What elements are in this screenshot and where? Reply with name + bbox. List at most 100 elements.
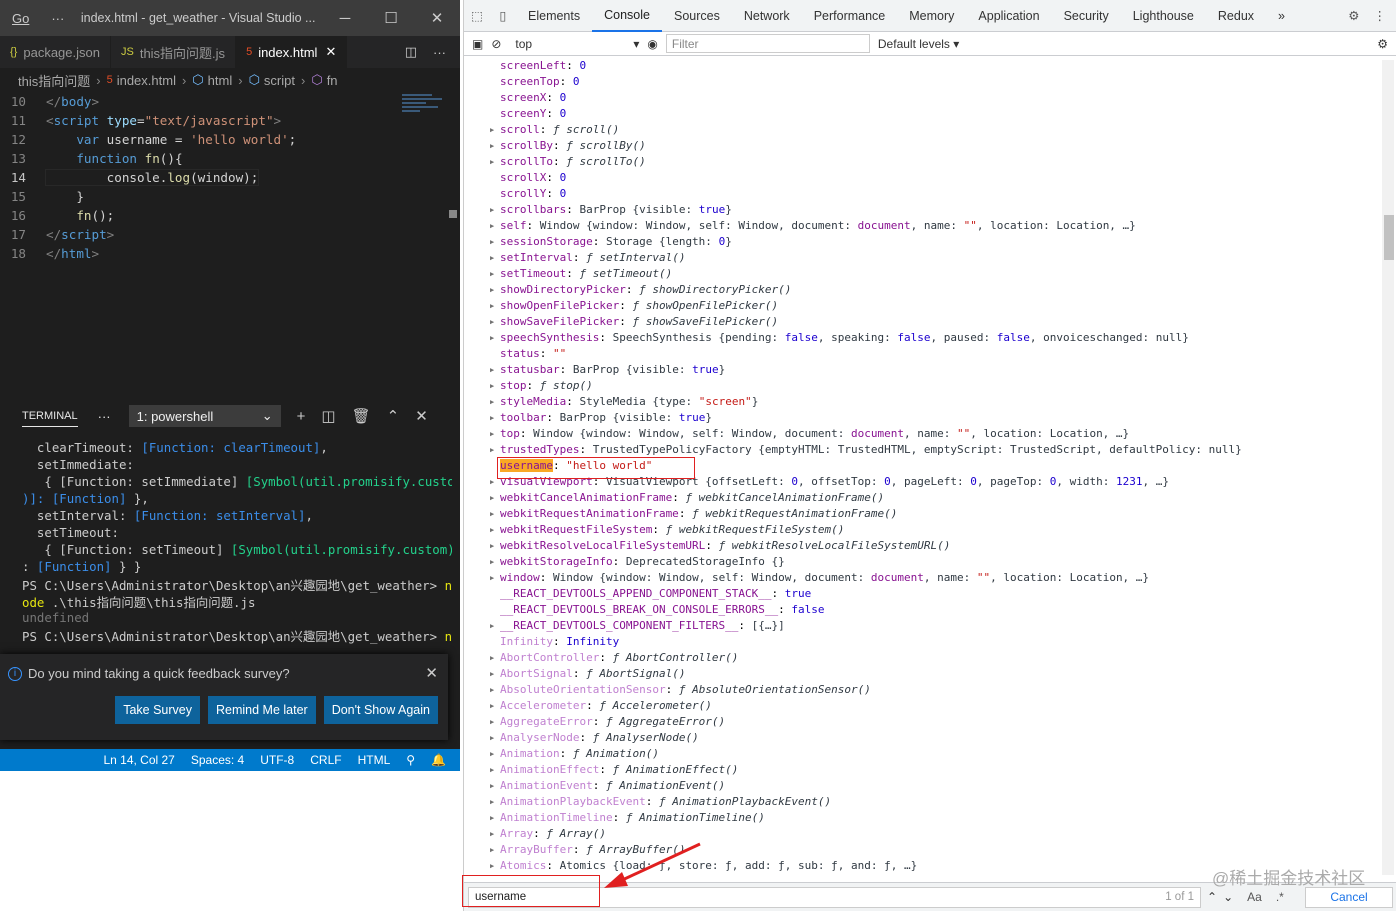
split-editor-icon[interactable]: ◫ [405, 44, 417, 60]
filter-input[interactable]: Filter [665, 34, 870, 53]
console-property[interactable]: Animation: ƒ Animation() [490, 746, 1382, 762]
feedback-icon[interactable]: ⚲ [406, 753, 415, 767]
trash-icon[interactable]: 🗑 [352, 407, 371, 425]
console-property[interactable]: showDirectoryPicker: ƒ showDirectoryPick… [490, 282, 1382, 298]
console-property[interactable]: showOpenFilePicker: ƒ showOpenFilePicker… [490, 298, 1382, 314]
tab-performance[interactable]: Performance [802, 0, 898, 32]
console-property[interactable]: AbsoluteOrientationSensor: ƒ AbsoluteOri… [490, 682, 1382, 698]
console-property[interactable]: AnimationEffect: ƒ AnimationEffect() [490, 762, 1382, 778]
match-case-button[interactable]: Aa [1247, 890, 1262, 904]
console-property[interactable]: setTimeout: ƒ setTimeout() [490, 266, 1382, 282]
levels-select[interactable]: Default levels ▾ [878, 37, 959, 51]
tab-package-json[interactable]: {} package.json [0, 36, 111, 68]
more-tabs-icon[interactable]: » [1266, 0, 1297, 32]
console-property[interactable]: Accelerometer: ƒ Accelerometer() [490, 698, 1382, 714]
console-property[interactable]: styleMedia: StyleMedia {type: "screen"} [490, 394, 1382, 410]
console-scrollbar[interactable] [1382, 60, 1394, 875]
console-property[interactable]: trustedTypes: TrustedTypePolicyFactory {… [490, 442, 1382, 458]
code-line[interactable]: 18 </html> [0, 244, 460, 263]
inspect-icon[interactable]: ⬚ [464, 8, 490, 23]
eye-icon[interactable]: ◉ [647, 37, 657, 51]
console-property[interactable]: AbortSignal: ƒ AbortSignal() [490, 666, 1382, 682]
device-icon[interactable]: ▯ [490, 8, 516, 23]
console-property[interactable]: AggregateError: ƒ AggregateError() [490, 714, 1382, 730]
close-icon[interactable]: ✕ [425, 664, 438, 682]
terminal-output[interactable]: clearTimeout: [Function: clearTimeout], … [22, 440, 452, 644]
panel-more[interactable]: ··· [98, 409, 111, 424]
crumb-script[interactable]: script [264, 73, 295, 88]
tab-console[interactable]: Console [592, 0, 662, 32]
split-terminal-icon[interactable]: ◫ [321, 407, 335, 425]
console-property[interactable]: statusbar: BarProp {visible: true} [490, 362, 1382, 378]
console-property[interactable]: scroll: ƒ scroll() [490, 122, 1382, 138]
tab-application[interactable]: Application [966, 0, 1051, 32]
console-property[interactable]: self: Window {window: Window, self: Wind… [490, 218, 1382, 234]
close-tab-icon[interactable]: ✕ [325, 44, 336, 60]
editor-scrollbar[interactable] [449, 210, 457, 218]
console-property[interactable]: AnimationEvent: ƒ AnimationEvent() [490, 778, 1382, 794]
console-property[interactable]: scrollbars: BarProp {visible: true} [490, 202, 1382, 218]
kebab-icon[interactable]: ⋮ [1374, 8, 1387, 23]
console-property[interactable]: webkitStorageInfo: DeprecatedStorageInfo… [490, 554, 1382, 570]
crumb-folder[interactable]: this指向问题 [18, 71, 90, 90]
status-language[interactable]: HTML [358, 753, 391, 767]
code-line[interactable]: 14 console.log(window); [0, 168, 460, 187]
close-panel-icon[interactable]: ✕ [415, 407, 428, 425]
console-property[interactable]: scrollTo: ƒ scrollTo() [490, 154, 1382, 170]
tab-terminal[interactable]: TERMINAL [22, 410, 78, 427]
dont-show-button[interactable]: Don't Show Again [323, 696, 438, 724]
tab-index-html[interactable]: 5 index.html ✕ [236, 36, 348, 68]
console-property[interactable]: webkitRequestAnimationFrame: ƒ webkitReq… [490, 506, 1382, 522]
console-property[interactable]: scrollBy: ƒ scrollBy() [490, 138, 1382, 154]
console-property[interactable]: top: Window {window: Window, self: Windo… [490, 426, 1382, 442]
maximize-panel-icon[interactable]: ⌃ [387, 407, 400, 425]
status-position[interactable]: Ln 14, Col 27 [103, 753, 174, 767]
regex-button[interactable]: .* [1276, 890, 1284, 904]
minimize-icon[interactable]: ─ [322, 10, 368, 27]
console-property[interactable]: showSaveFilePicker: ƒ showSaveFilePicker… [490, 314, 1382, 330]
menu-go[interactable]: Go [0, 11, 41, 26]
code-line[interactable]: 12 var username = 'hello world'; [0, 130, 460, 149]
maximize-icon[interactable]: ☐ [368, 9, 414, 27]
status-eol[interactable]: CRLF [310, 753, 341, 767]
console-property[interactable]: setInterval: ƒ setInterval() [490, 250, 1382, 266]
sidebar-toggle-icon[interactable]: ▣ [472, 37, 483, 51]
remind-later-button[interactable]: Remind Me later [208, 696, 316, 724]
code-line[interactable]: 15 } [0, 187, 460, 206]
console-property[interactable]: __REACT_DEVTOOLS_COMPONENT_FILTERS__: [{… [490, 618, 1382, 634]
code-line[interactable]: 11 <script type="text/javascript"> [0, 111, 460, 130]
close-window-icon[interactable]: ✕ [414, 9, 460, 27]
take-survey-button[interactable]: Take Survey [115, 696, 200, 724]
tab-this-js[interactable]: JS this指向问题.js [111, 36, 237, 68]
console-settings-icon[interactable]: ⚙ [1377, 37, 1396, 51]
tab-sources[interactable]: Sources [662, 0, 732, 32]
tab-elements[interactable]: Elements [516, 0, 592, 32]
tab-memory[interactable]: Memory [897, 0, 966, 32]
crumb-html[interactable]: html [208, 73, 233, 88]
console-property[interactable]: webkitRequestFileSystem: ƒ webkitRequest… [490, 522, 1382, 538]
add-terminal-icon[interactable]: + [297, 408, 306, 425]
code-line[interactable]: 17 </script> [0, 225, 460, 244]
tab-security[interactable]: Security [1052, 0, 1121, 32]
status-encoding[interactable]: UTF-8 [260, 753, 294, 767]
terminal-select[interactable]: 1: powershell ⌄ [128, 405, 281, 427]
console-property[interactable]: webkitCancelAnimationFrame: ƒ webkitCanc… [490, 490, 1382, 506]
console-property[interactable]: sessionStorage: Storage {length: 0} [490, 234, 1382, 250]
clear-console-icon[interactable]: ⊘ [491, 37, 501, 51]
tab-redux[interactable]: Redux [1206, 0, 1266, 32]
console-property[interactable]: AnimationPlaybackEvent: ƒ AnimationPlayb… [490, 794, 1382, 810]
status-spaces[interactable]: Spaces: 4 [191, 753, 244, 767]
console-property[interactable]: AbortController: ƒ AbortController() [490, 650, 1382, 666]
editor-more-icon[interactable]: ··· [433, 45, 446, 60]
console-property[interactable]: AnalyserNode: ƒ AnalyserNode() [490, 730, 1382, 746]
next-match-icon[interactable]: ⌄ [1223, 890, 1233, 904]
console-property[interactable]: window: Window {window: Window, self: Wi… [490, 570, 1382, 586]
code-editor[interactable]: 10 </body> 11 <script type="text/javascript… [0, 92, 460, 397]
code-line[interactable]: 10 </body> [0, 92, 460, 111]
bell-icon[interactable]: 🔔 [431, 753, 446, 767]
gear-icon[interactable]: ⚙ [1348, 8, 1359, 23]
console-property[interactable]: toolbar: BarProp {visible: true} [490, 410, 1382, 426]
tab-lighthouse[interactable]: Lighthouse [1121, 0, 1206, 32]
code-line[interactable]: 16 fn(); [0, 206, 460, 225]
console-property[interactable]: webkitResolveLocalFileSystemURL: ƒ webki… [490, 538, 1382, 554]
